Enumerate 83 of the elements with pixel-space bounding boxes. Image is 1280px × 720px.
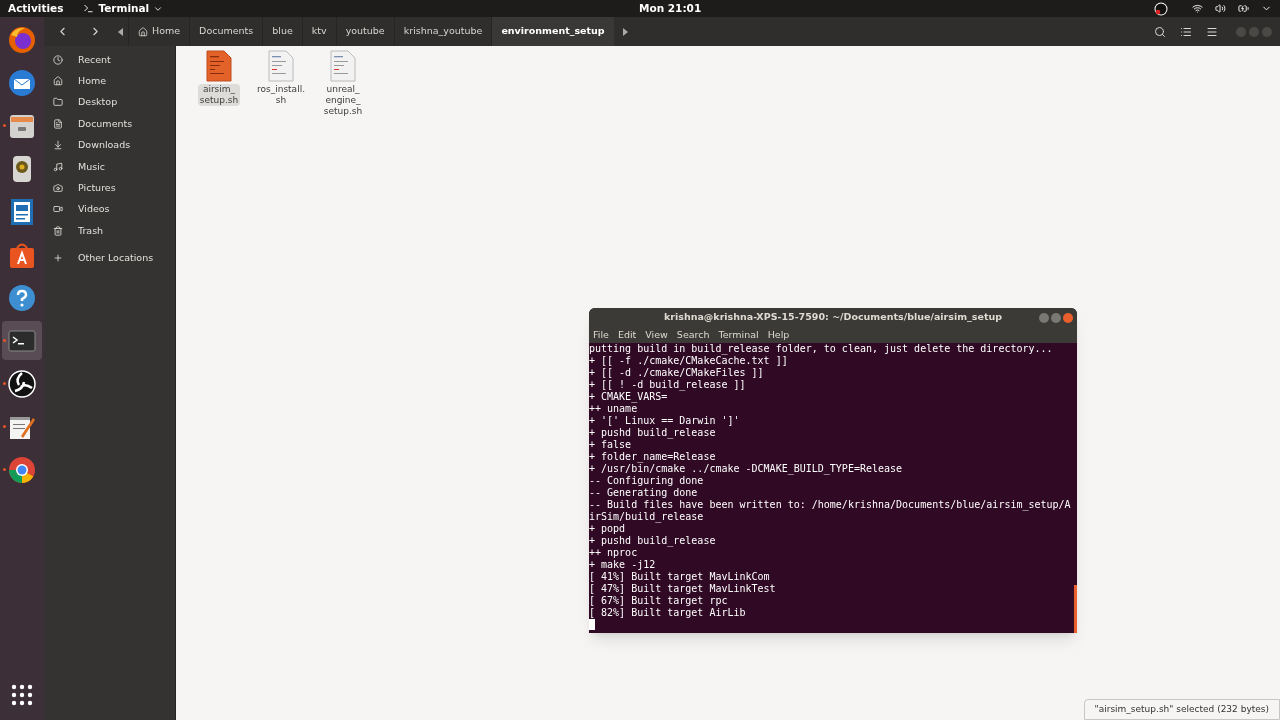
search-icon[interactable] (1154, 25, 1166, 38)
menu-item[interactable]: Search (676, 327, 710, 343)
app-grid-icon[interactable] (10, 682, 34, 707)
path-crumb[interactable]: environment_setup (491, 17, 614, 46)
terminal-line: [ 47%] Built target MavLinkTest (589, 583, 776, 595)
scroll-right-icon[interactable] (621, 27, 628, 36)
recent-icon (53, 54, 63, 65)
path-crumb[interactable]: youtube (335, 17, 394, 46)
terminal-line: irSim/build_release (589, 511, 704, 523)
sidebar-item[interactable]: Home (44, 70, 175, 92)
sidebar-item[interactable]: Recent (44, 49, 175, 71)
file-name: unreal_ engine_ setup.sh (322, 84, 364, 117)
menu-item[interactable]: View (645, 327, 668, 343)
music-icon (53, 161, 63, 172)
scrollbar[interactable] (1074, 585, 1077, 633)
view-list-icon[interactable] (1180, 25, 1192, 38)
terminal-line: + pushd build_release (589, 427, 716, 439)
terminal-line: ++ uname (589, 403, 638, 415)
file-name: airsim_ setup.sh (197, 84, 241, 106)
terminal-line: + pushd build_release (589, 535, 716, 547)
terminal-line: + make -j12 (589, 559, 656, 571)
volume-icon[interactable] (1215, 3, 1226, 14)
menu-item[interactable]: Terminal (718, 327, 759, 343)
menu-icon[interactable] (1206, 25, 1218, 38)
menu-item[interactable]: Edit (617, 327, 637, 343)
sidebar-item[interactable]: Music (44, 155, 175, 178)
terminal-line: -- Build files have been written to: /home/krishna/Documents/blue/airsim_setup/A (589, 499, 1071, 511)
sidebar-item[interactable]: Documents (44, 113, 175, 135)
terminal-line: [ 41%] Built target MavLinkCom (589, 571, 770, 583)
sidebar-item[interactable]: Downloads (44, 134, 175, 156)
plus-icon (53, 253, 63, 264)
path-crumb[interactable]: Documents (189, 17, 263, 46)
sidebar-item[interactable]: Desktop (44, 91, 175, 114)
menu-item[interactable]: Help (767, 327, 790, 343)
sidebar-item[interactable]: Other Locations (44, 247, 175, 269)
terminal-line: ++ nproc (589, 547, 638, 559)
menu-item[interactable]: File (593, 327, 609, 343)
script-file[interactable]: ros_install. sh (253, 50, 309, 106)
terminal-line: + false (589, 439, 632, 451)
obs-logo-icon[interactable] (1154, 1, 1168, 16)
sidebar-item[interactable]: Trash (44, 220, 175, 242)
script-file[interactable]: airsim_ setup.sh (191, 50, 247, 106)
window-title: krishna@krishna-XPS-15-7590: ~/Documents/blue/airsim_setup (664, 310, 1002, 325)
minimize-button[interactable] (1039, 312, 1049, 323)
status-bubble: "airsim_setup.sh" selected (232 bytes) (1083, 698, 1280, 720)
app-menu[interactable]: Terminal (83, 0, 164, 17)
downloads-icon (53, 140, 63, 151)
script-file[interactable]: unreal_ engine_ setup.sh (315, 50, 371, 117)
script-file-icon (330, 50, 356, 82)
documents-icon (53, 118, 63, 129)
terminal-line: -- Configuring done (589, 475, 704, 487)
terminal-line: + popd (589, 523, 626, 535)
desktop-icon (53, 97, 63, 108)
battery-icon[interactable] (1238, 3, 1249, 14)
terminal-line: + [[ ! -d build_release ]] (589, 379, 746, 391)
terminal-line: + folder_name=Release (589, 451, 716, 463)
file-name: ros_install. sh (256, 84, 306, 106)
path-crumb[interactable]: blue (262, 17, 302, 46)
scroll-left-icon[interactable] (118, 27, 124, 36)
clock[interactable]: Mon 21:01 (639, 0, 702, 17)
terminal-line: + [[ -f ./cmake/CMakeCache.txt ]] (589, 355, 788, 367)
pictures-icon (53, 183, 63, 194)
trash-icon (53, 225, 63, 236)
script-file-icon (206, 50, 232, 82)
sidebar-item[interactable]: Videos (44, 198, 175, 221)
home-icon (53, 76, 63, 87)
terminal-line: putting build in build_release folder, to clean, just delete the directory... (589, 343, 1053, 355)
terminal-line: [ 82%] Built target AirLib (589, 607, 746, 619)
script-file-icon (268, 50, 294, 82)
terminal-line: + [[ -d ./cmake/CMakeFiles ]] (589, 367, 764, 379)
terminal-line: + '[' Linux == Darwin ']' (589, 415, 740, 427)
path-crumb[interactable]: ktv (301, 17, 336, 46)
videos-icon (53, 204, 63, 215)
terminal-line: + CMAKE_VARS= (589, 391, 668, 403)
terminal-line: [ 67%] Built target rpc (589, 595, 728, 607)
terminal-line: -- Generating done (589, 487, 698, 499)
activities-button[interactable]: Activities (8, 0, 64, 17)
terminal-icon (83, 3, 95, 14)
sidebar-item[interactable]: Pictures (44, 177, 175, 199)
close-button[interactable] (1063, 312, 1073, 323)
terminal-line: + /usr/bin/cmake ../cmake -DCMAKE_BUILD_TYPE=Release (589, 463, 903, 475)
maximize-button[interactable] (1051, 312, 1061, 323)
wifi-icon[interactable] (1192, 3, 1203, 14)
